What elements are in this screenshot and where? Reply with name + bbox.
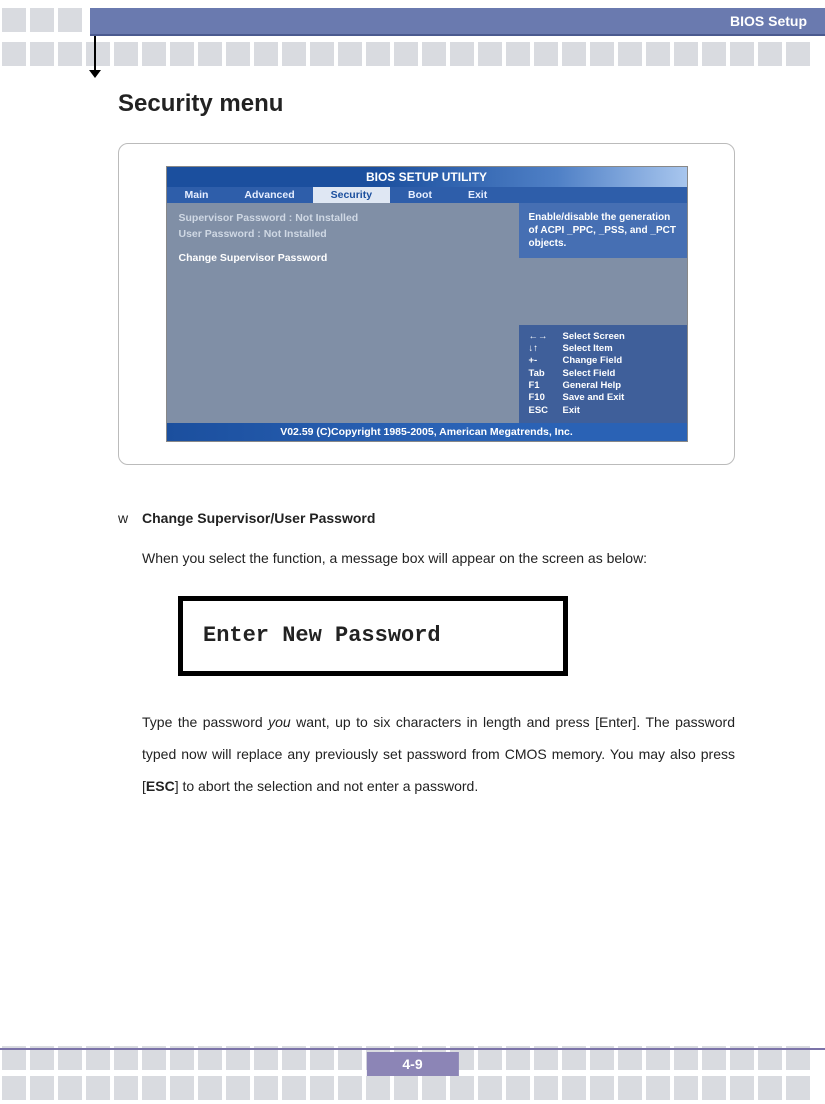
supervisor-password-status: Supervisor Password : Not Installed: [179, 211, 507, 227]
bios-tabs: Main Advanced Security Boot Exit: [167, 187, 687, 203]
deco-squares-top: [0, 40, 825, 70]
bios-window: BIOS SETUP UTILITY Main Advanced Securit…: [166, 166, 688, 442]
page-title: Security menu: [118, 90, 735, 118]
bios-footer: V02.59 (C)Copyright 1985-2005, American …: [167, 423, 687, 441]
bios-tab-security: Security: [313, 187, 390, 203]
user-password-status: User Password : Not Installed: [179, 227, 507, 243]
bios-screenshot-frame: BIOS SETUP UTILITY Main Advanced Securit…: [118, 143, 735, 465]
password-prompt-box: Enter New Password: [178, 596, 568, 676]
deco-squares-bottom-2: [0, 1074, 825, 1104]
bios-help-text: Enable/disable the generation of ACPI _P…: [519, 203, 687, 258]
bios-right-panel: Enable/disable the generation of ACPI _P…: [519, 203, 687, 423]
item-heading: Change Supervisor/User Password: [142, 505, 375, 532]
bios-tab-main: Main: [167, 187, 227, 203]
bullet: w: [118, 505, 142, 532]
bios-tab-boot: Boot: [390, 187, 450, 203]
paragraph-1: When you select the function, a message …: [142, 542, 735, 574]
deco-squares-top-left: [0, 6, 88, 36]
page-number: 4-9: [366, 1052, 458, 1076]
footer-rule: [0, 1048, 825, 1050]
bios-left-panel: Supervisor Password : Not Installed User…: [167, 203, 519, 423]
arrow-down-icon: [94, 36, 96, 72]
header-title: BIOS Setup: [730, 13, 807, 29]
header-bar: BIOS Setup: [90, 8, 825, 36]
bios-tab-advanced: Advanced: [226, 187, 312, 203]
paragraph-2: Type the password you want, up to six ch…: [142, 706, 735, 803]
bios-key-help: ←→Select Screen ↓↑Select Item +-Change F…: [519, 325, 687, 423]
change-supervisor-password: Change Supervisor Password: [179, 251, 507, 267]
bios-tab-exit: Exit: [450, 187, 505, 203]
bios-title: BIOS SETUP UTILITY: [167, 167, 687, 187]
